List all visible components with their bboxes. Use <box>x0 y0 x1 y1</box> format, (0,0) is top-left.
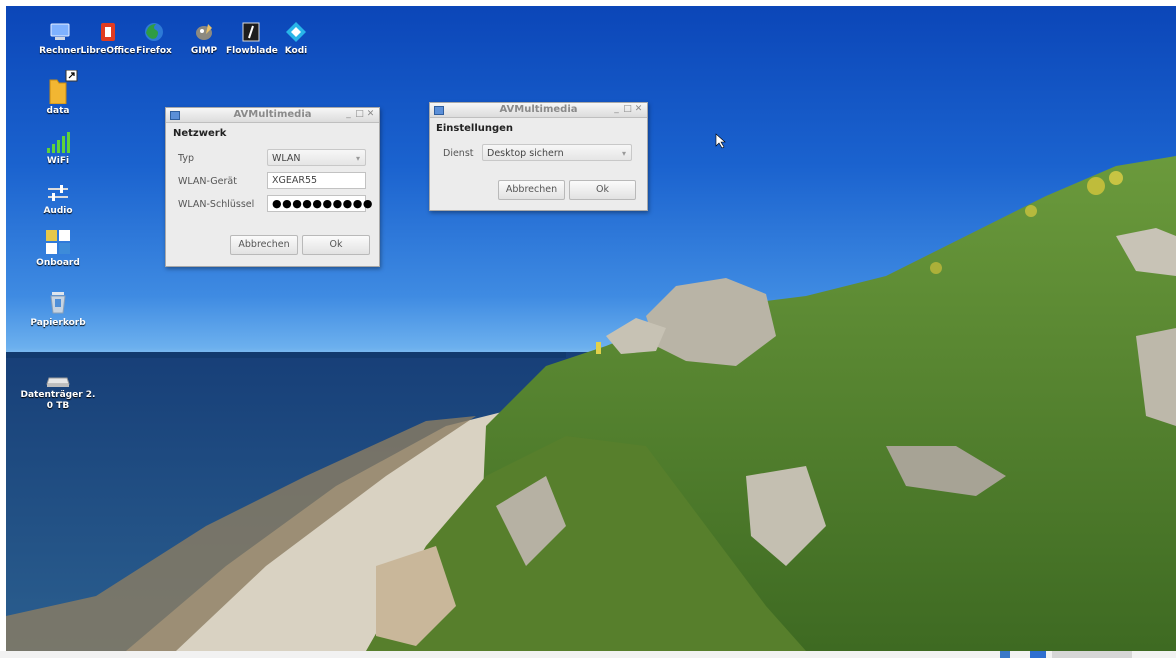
wifi-signal-icon <box>47 132 70 153</box>
desktop-icon-audio[interactable]: Audio <box>26 182 90 217</box>
device-field[interactable]: XGEAR55 <box>267 172 366 189</box>
desktop-icon-label: Kodi <box>284 46 308 56</box>
desktop-icon-label: Flowblade <box>226 46 278 56</box>
close-icon[interactable]: ✕ <box>366 110 375 119</box>
key-password-field[interactable]: ●●●●●●●●●● <box>267 195 372 212</box>
desktop-icon-kodi[interactable]: Kodi <box>276 20 316 57</box>
onboard-keyboard-icon <box>46 230 70 254</box>
flowblade-icon <box>242 22 260 42</box>
settings-dialog: AVMultimedia _ □ ✕ Einstellungen Dienst … <box>429 102 648 211</box>
chevron-down-icon: ▾ <box>621 149 626 158</box>
trash-icon <box>50 292 66 314</box>
minimize-icon[interactable]: _ <box>612 105 621 114</box>
kodi-icon <box>286 22 306 42</box>
service-select[interactable]: Desktop sichern ▾ <box>482 144 632 161</box>
service-label: Dienst <box>443 148 474 159</box>
maximize-icon[interactable]: □ <box>355 110 364 119</box>
desktop-icon-label: Onboard <box>36 258 80 268</box>
desktop-icon-data[interactable]: data <box>26 70 90 117</box>
desktop-icon-firefox[interactable]: Firefox <box>132 20 176 57</box>
network-dialog-titlebar[interactable]: AVMultimedia _ □ ✕ <box>166 108 379 123</box>
service-select-value: Desktop sichern <box>487 148 564 159</box>
drive-icon <box>46 377 70 387</box>
gimp-icon <box>196 24 212 40</box>
window-title: AVMultimedia <box>233 109 312 120</box>
cancel-button[interactable]: Abbrechen <box>230 235 298 255</box>
desktop-icon-label: WiFi <box>46 156 70 166</box>
network-dialog: AVMultimedia _ □ ✕ Netzwerk Typ WLAN ▾ W… <box>165 107 380 267</box>
desktop-icon-libreoffice[interactable]: LibreOffice <box>76 20 140 57</box>
desktop-icon-flowblade[interactable]: Flowblade <box>226 20 278 57</box>
section-heading: Netzwerk <box>173 128 227 139</box>
desktop-icon-label-line2: 0 TB <box>46 401 70 411</box>
ok-button[interactable]: Ok <box>569 180 636 200</box>
minimize-icon[interactable]: _ <box>344 110 353 119</box>
desktop-icon-label: data <box>46 106 70 116</box>
firefox-icon <box>145 23 163 41</box>
tray-area <box>1052 651 1132 658</box>
desktop-icon-gimp[interactable]: GIMP <box>182 20 226 57</box>
type-select[interactable]: WLAN ▾ <box>267 149 366 166</box>
desktop-icon-onboard[interactable]: Onboard <box>26 228 90 269</box>
desktop-icon-label: Rechner <box>39 46 81 56</box>
desktop-icon-label: Audio <box>43 206 73 216</box>
desktop-icon-label: Papierkorb <box>30 318 86 328</box>
settings-dialog-titlebar[interactable]: AVMultimedia _ □ ✕ <box>430 103 647 118</box>
network-tray-icon[interactable] <box>1000 651 1010 658</box>
desktop-icon-wifi[interactable]: WiFi <box>26 130 90 167</box>
desktop-icon-label: LibreOffice <box>80 46 136 56</box>
desktop-icon-datentraeger[interactable]: Datenträger 2. 0 TB <box>18 372 98 412</box>
chevron-down-icon: ▾ <box>355 154 360 163</box>
desktop-icon-label: Datenträger 2. <box>20 390 96 400</box>
window-title: AVMultimedia <box>499 104 578 115</box>
app-icon <box>434 106 444 115</box>
close-icon[interactable]: ✕ <box>634 105 643 114</box>
key-label: WLAN-Schlüssel <box>178 199 255 210</box>
libreoffice-icon <box>101 23 115 41</box>
device-label: WLAN-Gerät <box>178 176 237 187</box>
section-heading: Einstellungen <box>436 123 514 134</box>
type-label: Typ <box>178 153 194 164</box>
computer-icon <box>50 23 70 40</box>
desktop-icon-label: GIMP <box>190 46 218 56</box>
desktop-icon-papierkorb[interactable]: Papierkorb <box>26 288 90 329</box>
desktop-icon-label: Firefox <box>136 46 172 56</box>
folder-link-icon <box>49 70 78 104</box>
tray-indicator-icon[interactable] <box>1030 651 1046 658</box>
audio-mixer-icon <box>48 185 68 201</box>
maximize-icon[interactable]: □ <box>623 105 632 114</box>
app-icon <box>170 111 180 120</box>
type-select-value: WLAN <box>272 153 301 164</box>
cancel-button[interactable]: Abbrechen <box>498 180 565 200</box>
mouse-cursor-icon <box>715 133 726 149</box>
ok-button[interactable]: Ok <box>302 235 370 255</box>
